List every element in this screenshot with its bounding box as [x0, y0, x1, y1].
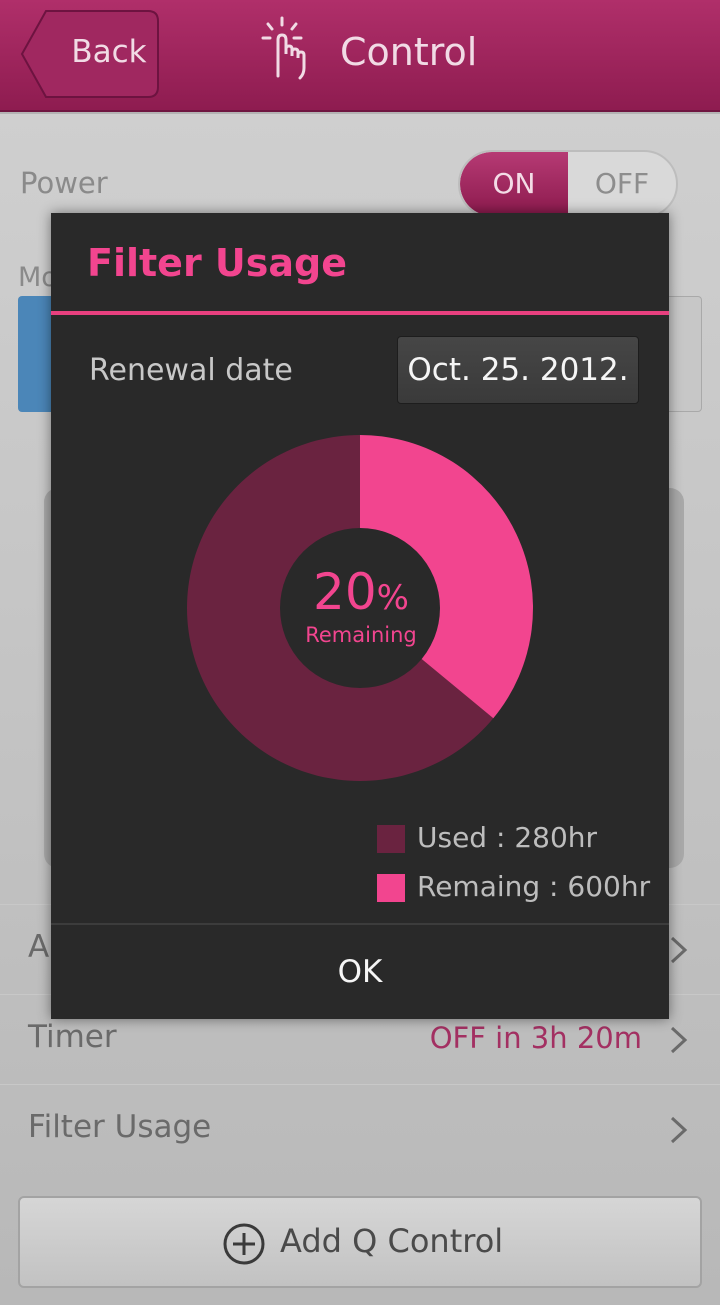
- renewal-date-button[interactable]: Oct. 25. 2012.: [397, 336, 639, 404]
- ok-button[interactable]: OK: [51, 925, 669, 1019]
- legend-swatch-remaining: [377, 874, 405, 902]
- touch-control-icon: [261, 16, 306, 80]
- chevron-right-icon: [670, 1116, 688, 1144]
- renewal-date-label: Renewal date: [89, 353, 293, 388]
- remaining-percent-sign: %: [376, 578, 409, 618]
- power-label: Power: [20, 166, 108, 200]
- back-button[interactable]: Back: [20, 10, 160, 98]
- timer-label: Timer: [28, 1019, 117, 1055]
- remaining-caption: Remaining: [305, 623, 417, 647]
- add-q-control-label: Add Q Control: [280, 1222, 504, 1260]
- title-divider: [51, 311, 669, 315]
- remaining-percent-number: 20: [313, 563, 377, 621]
- row-label: A: [28, 929, 50, 965]
- remaining-percent: 20%: [281, 563, 441, 621]
- back-button-label: Back: [71, 34, 147, 70]
- page-title: Control: [340, 30, 478, 74]
- dialog-title: Filter Usage: [87, 241, 348, 285]
- filter-usage-dialog: Filter Usage Renewal date Oct. 25. 2012.…: [51, 213, 669, 1019]
- filter-usage-label: Filter Usage: [28, 1109, 212, 1145]
- legend-swatch-used: [377, 825, 405, 853]
- filter-usage-row[interactable]: Filter Usage: [0, 1084, 720, 1174]
- add-q-control-button[interactable]: Add Q Control: [18, 1196, 702, 1288]
- power-on-option[interactable]: ON: [460, 152, 568, 216]
- app-header: Back Control: [0, 0, 720, 112]
- timer-value: OFF in 3h 20m: [429, 1021, 642, 1055]
- legend-label-remaining: Remaing : 600hr: [417, 870, 651, 903]
- chevron-right-icon: [670, 936, 688, 964]
- power-off-option[interactable]: OFF: [568, 152, 676, 216]
- legend-label-used: Used : 280hr: [417, 821, 598, 854]
- mode-button[interactable]: [664, 296, 702, 412]
- power-toggle[interactable]: ON OFF: [458, 150, 678, 218]
- chevron-right-icon: [670, 1026, 688, 1054]
- plus-circle-icon: [223, 1223, 265, 1265]
